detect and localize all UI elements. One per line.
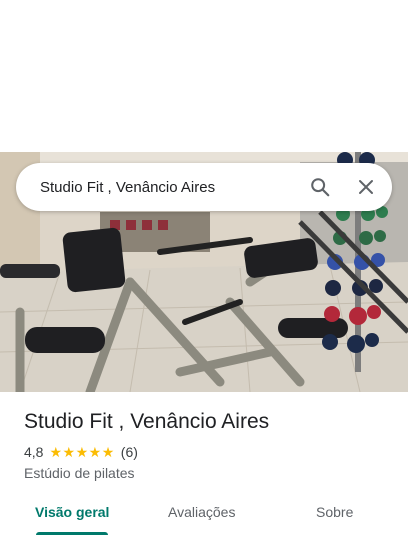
tab-reviews[interactable]: Avaliações	[168, 504, 235, 520]
star-icon: ★	[49, 444, 63, 460]
place-title: Studio Fit , Venâncio Aires	[24, 410, 270, 433]
close-button[interactable]	[346, 167, 386, 207]
rating-value: 4,8	[24, 444, 44, 460]
search-input[interactable]: Studio Fit , Venâncio Aires	[40, 179, 300, 196]
tab-overview[interactable]: Visão geral	[35, 504, 109, 520]
star-icon: ★	[101, 444, 115, 460]
place-page: Studio Fit , Venâncio Aires Studio Fit ,…	[0, 0, 408, 544]
rating-row[interactable]: 4,8 ★ ★ ★ ★ ★ (6)	[24, 444, 138, 460]
star-rating: ★ ★ ★ ★ ★	[49, 445, 114, 459]
search-icon	[311, 178, 330, 197]
tab-about[interactable]: Sobre	[316, 504, 353, 520]
review-count[interactable]: (6)	[121, 444, 138, 460]
active-tab-indicator	[36, 532, 108, 535]
star-icon: ★	[75, 444, 89, 460]
search-button[interactable]	[300, 167, 340, 207]
place-category: Estúdio de pilates	[24, 465, 135, 481]
close-icon	[359, 180, 373, 194]
star-icon: ★	[62, 444, 76, 460]
place-tabs: Visão geral Avaliações Sobre	[0, 500, 408, 544]
search-bar[interactable]: Studio Fit , Venâncio Aires	[16, 163, 392, 211]
star-icon: ★	[88, 444, 102, 460]
